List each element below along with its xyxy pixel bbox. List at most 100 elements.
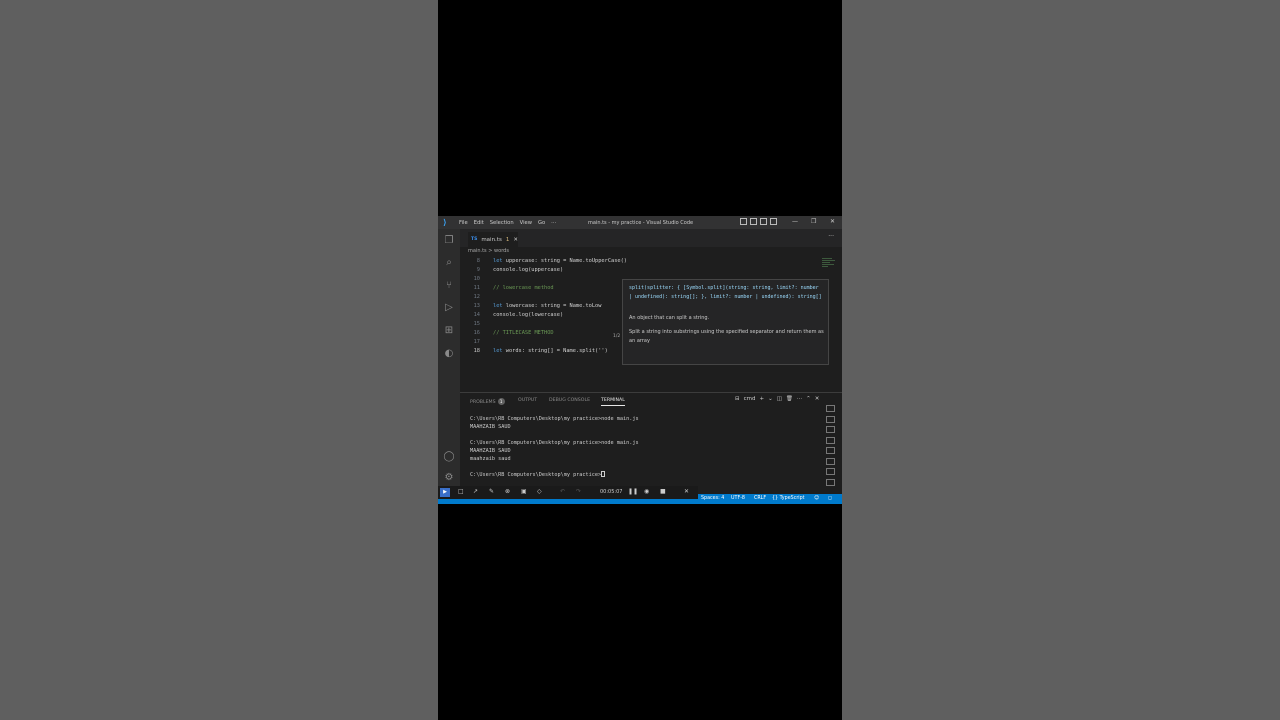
minimize-button[interactable]: —: [792, 218, 798, 225]
terminal-output[interactable]: C:\Users\RB Computers\Desktop\my practic…: [470, 407, 810, 479]
pause-icon[interactable]: ❚❚: [628, 488, 638, 495]
close-window-button[interactable]: ✕: [830, 218, 835, 225]
screen-recorder-toolbar: ▶ □ ↗ ✎ ⊗ ▣ ◇ ↶ ↷ 00:05:07 ❚❚ ◉ ■ ✕: [438, 486, 698, 499]
terminal-instance-icon[interactable]: [826, 478, 835, 486]
tab-close-icon[interactable]: ✕: [513, 237, 518, 243]
restore-button[interactable]: ❐: [811, 218, 816, 225]
terminal-icon: ⊟: [735, 396, 740, 402]
pen-icon[interactable]: ↗: [473, 488, 478, 495]
status-language[interactable]: {} TypeScript: [772, 496, 805, 501]
terminal-instance-icon[interactable]: [826, 405, 835, 412]
editor-more-actions-button[interactable]: ···: [828, 233, 834, 240]
signature-help-popup: split(splitter: { [Symbol.split](string:…: [613, 279, 829, 365]
explorer-icon[interactable]: ❐: [443, 235, 455, 247]
menu-view[interactable]: View: [520, 220, 532, 226]
menu-more[interactable]: ···: [551, 220, 556, 226]
maximize-panel-icon[interactable]: ⌃: [806, 396, 811, 402]
tab-modified-count: 1: [505, 236, 510, 243]
tab-terminal[interactable]: TERMINAL: [601, 398, 625, 406]
status-eol[interactable]: CRLF: [754, 496, 766, 501]
record-icon[interactable]: ◉: [644, 488, 649, 495]
blurred-background-left: [0, 0, 438, 720]
parameter-description: An object that can split a string.: [629, 315, 710, 321]
title-bar: ⟩ File Edit Selection View Go ··· main.t…: [438, 216, 842, 229]
code-line: 17: [473, 339, 480, 345]
settings-icon[interactable]: ⚙: [443, 472, 455, 484]
redo-icon[interactable]: ↷: [576, 488, 581, 495]
tab-problems[interactable]: PROBLEMS 1: [470, 398, 505, 405]
customize-layout-icon[interactable]: [770, 218, 777, 225]
shell-label[interactable]: cmd: [744, 396, 756, 402]
status-encoding[interactable]: UTF-8: [731, 496, 745, 501]
tab-output[interactable]: OUTPUT: [518, 398, 537, 403]
terminal-line: C:\Users\RB Computers\Desktop\my practic…: [470, 416, 639, 422]
terminal-line: MAAHZAIB SAUD: [470, 424, 511, 430]
account-icon[interactable]: ◯: [443, 451, 455, 463]
editor-tabs: TS main.ts 1 ✕ ···: [460, 229, 842, 247]
toggle-secondary-sidebar-icon[interactable]: [760, 218, 767, 225]
tab-main-ts[interactable]: TS main.ts 1 ✕: [468, 232, 518, 247]
code-line: 9 console.log(uppercase): [476, 267, 564, 273]
vscode-window: ⟩ File Edit Selection View Go ··· main.t…: [438, 216, 842, 504]
code-line: 8 let uppercase: string = Name.toUpperCas…: [476, 258, 627, 264]
overload-counter[interactable]: 1/2: [613, 334, 620, 339]
search-icon[interactable]: ⌕: [443, 257, 455, 269]
menu-selection[interactable]: Selection: [490, 220, 514, 226]
status-indentation[interactable]: Spaces: 4: [701, 496, 724, 501]
trash-icon[interactable]: 🗑: [786, 396, 793, 402]
chevron-down-icon[interactable]: ⌄: [768, 396, 773, 402]
panel-toolbar: ⊟ cmd + ⌄ ◫ 🗑 ··· ⌃ ✕: [735, 396, 819, 402]
bottom-panel: PROBLEMS 1 OUTPUT DEBUG CONSOLE TERMINAL …: [460, 392, 842, 499]
terminal-instance-icon[interactable]: [826, 457, 835, 465]
terminal-list: [826, 405, 838, 489]
code-line: 14 console.log(lowercase): [473, 312, 564, 318]
notifications-bell-icon[interactable]: ◻: [828, 496, 832, 501]
recorder-stop-square-icon[interactable]: □: [458, 488, 464, 495]
eraser-icon[interactable]: ◇: [537, 488, 542, 495]
terminal-instance-icon[interactable]: [826, 415, 835, 423]
source-control-icon[interactable]: ⑂: [443, 280, 455, 292]
terminal-instance-icon[interactable]: [826, 447, 835, 454]
code-line: 10: [473, 276, 480, 282]
code-line: 11// lowercase method: [473, 285, 554, 291]
signature-text: split(splitter: { [Symbol.split](string:…: [629, 285, 822, 300]
code-line: 16// TITLECASE METHOD: [473, 330, 554, 336]
undo-icon[interactable]: ↶: [560, 488, 565, 495]
feedback-icon[interactable]: ☺: [814, 496, 819, 501]
tab-label: main.ts: [481, 236, 502, 243]
tab-debug-console[interactable]: DEBUG CONSOLE: [549, 398, 590, 403]
breadcrumb-file[interactable]: main.ts: [468, 248, 487, 254]
stop-icon[interactable]: ■: [660, 488, 666, 495]
breadcrumb-separator: >: [488, 248, 493, 254]
breadcrumb: main.ts > words: [468, 248, 509, 254]
highlighter-icon[interactable]: ⊗: [505, 488, 510, 495]
more-actions-icon[interactable]: ···: [797, 396, 802, 402]
menu-go[interactable]: Go: [538, 220, 545, 226]
terminal-line: C:\Users\RB Computers\Desktop\my practic…: [470, 440, 639, 446]
terminal-instance-icon[interactable]: [826, 426, 835, 433]
terminal-instance-icon[interactable]: [826, 436, 835, 444]
edge-icon[interactable]: ◐: [443, 348, 455, 360]
breadcrumb-symbol[interactable]: words: [494, 248, 509, 254]
split-terminal-icon[interactable]: ◫: [777, 396, 782, 402]
recorder-play-icon[interactable]: ▶: [440, 488, 450, 497]
shape-icon[interactable]: ▣: [521, 488, 527, 495]
pencil-icon[interactable]: ✎: [489, 488, 494, 495]
toggle-sidebar-icon[interactable]: [740, 218, 747, 225]
toggle-panel-icon[interactable]: [750, 218, 757, 225]
code-line-current: 18 let words: string[] = Name.split(''): [473, 348, 608, 354]
menu-file[interactable]: File: [459, 220, 468, 226]
menu-edit[interactable]: Edit: [474, 220, 484, 226]
terminal-prompt: C:\Users\RB Computers\Desktop\my practic…: [470, 471, 810, 479]
terminal-instance-icon[interactable]: [826, 468, 835, 475]
run-debug-icon[interactable]: ▷: [443, 302, 455, 314]
extensions-icon[interactable]: ⊞: [443, 325, 455, 337]
close-recorder-icon[interactable]: ✕: [684, 488, 689, 495]
vscode-logo-icon: ⟩: [443, 217, 447, 227]
recording-timer: 00:05:07: [600, 489, 623, 495]
new-terminal-icon[interactable]: +: [759, 396, 764, 402]
blurred-background-right: [842, 0, 1280, 720]
close-panel-icon[interactable]: ✕: [815, 396, 820, 402]
